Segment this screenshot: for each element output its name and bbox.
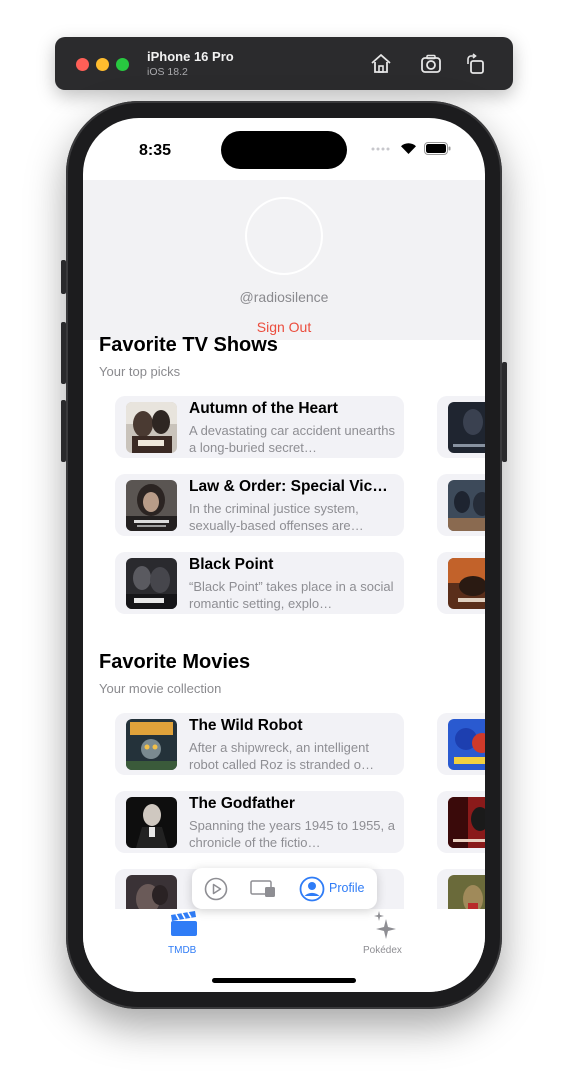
card-title: Law & Order: Special Vic… [189, 478, 388, 495]
volume-down-button [61, 400, 66, 462]
sign-out-button[interactable]: Sign Out [83, 319, 485, 335]
tv-devices-icon[interactable] [250, 879, 276, 899]
poster-image [448, 719, 485, 770]
poster-image [126, 480, 177, 531]
profile-tab-label[interactable]: Profile [329, 881, 364, 895]
tv-card-peek[interactable] [437, 552, 485, 614]
card-description: After a shipwreck, an intelligent robot … [189, 740, 374, 772]
floating-segment-bar: Profile [192, 868, 377, 909]
tv-card-law-and-order[interactable]: Law & Order: Special Vic… In the crimina… [115, 474, 404, 536]
poster-image [448, 797, 485, 848]
battery-icon [424, 142, 451, 155]
play-circle-icon[interactable] [204, 877, 228, 901]
side-button [502, 362, 507, 462]
tab-label-tmdb: TMDB [168, 945, 197, 956]
action-button [61, 260, 66, 294]
card-title: Black Point [189, 556, 274, 573]
card-description: Spanning the years 1945 to 1955, a chron… [189, 818, 395, 850]
tab-tmdb[interactable]: TMDB [153, 909, 215, 959]
person-circle-icon[interactable] [299, 876, 325, 902]
wifi-icon [401, 143, 416, 154]
zoom-window-button[interactable] [116, 58, 129, 71]
card-description: “Black Point” takes place in a social ro… [189, 579, 394, 611]
poster-image [126, 402, 177, 453]
poster-image [126, 797, 177, 848]
card-title: Autumn of the Heart [189, 400, 338, 417]
movie-card-peek[interactable] [437, 713, 485, 775]
movies-section-subtitle: Your movie collection [99, 681, 222, 696]
dynamic-island [221, 131, 347, 169]
movies-section-title: Favorite Movies [99, 651, 251, 673]
poster-image [126, 558, 177, 609]
poster-image [448, 558, 485, 609]
home-icon[interactable] [369, 52, 393, 76]
simulator-device-name: iPhone 16 Pro [147, 49, 234, 64]
status-indicators [371, 142, 451, 155]
tv-card-black-point[interactable]: Black Point “Black Point” takes place in… [115, 552, 404, 614]
rotate-icon[interactable] [464, 52, 488, 76]
simulator-os-version: iOS 18.2 [147, 66, 188, 78]
card-title: The Godfather [189, 795, 295, 812]
tv-card-peek[interactable] [437, 474, 485, 536]
home-indicator[interactable] [212, 978, 356, 983]
poster-image [126, 719, 177, 770]
minimize-window-button[interactable] [96, 58, 109, 71]
screenshot-icon[interactable] [419, 52, 443, 76]
movie-card-the-godfather[interactable]: The Godfather Spanning the years 1945 to… [115, 791, 404, 853]
username-label: @radiosilence [239, 289, 329, 305]
card-description: A devastating car accident unearths a lo… [189, 423, 395, 455]
tv-section-title: Favorite TV Shows [99, 334, 278, 356]
avatar[interactable] [245, 197, 323, 275]
tab-label-pokedex: Pokédex [363, 945, 402, 956]
clapperboard-icon [171, 911, 197, 936]
status-time: 8:35 [139, 142, 172, 159]
phone-screen: 8:35 @radiosilence Sign Out Favorite TV … [83, 118, 485, 992]
tv-section-subtitle: Your top picks [99, 364, 181, 379]
volume-up-button [61, 322, 66, 384]
cellular-signal-icon [371, 147, 390, 150]
tv-card-autumn-of-the-heart[interactable]: Autumn of the Heart A devastating car ac… [115, 396, 404, 458]
movie-card-the-wild-robot[interactable]: The Wild Robot After a shipwreck, an int… [115, 713, 404, 775]
tv-card-peek[interactable] [437, 396, 485, 458]
card-description: In the criminal justice system, sexually… [189, 501, 364, 533]
poster-image [448, 480, 485, 531]
card-title: The Wild Robot [189, 717, 303, 734]
close-window-button[interactable] [76, 58, 89, 71]
profile-header: @radiosilence Sign Out [83, 180, 485, 340]
movie-card-peek[interactable] [437, 791, 485, 853]
sparkles-icon [374, 911, 396, 939]
tab-pokedex[interactable]: Pokédex [355, 909, 417, 959]
poster-image [448, 402, 485, 453]
